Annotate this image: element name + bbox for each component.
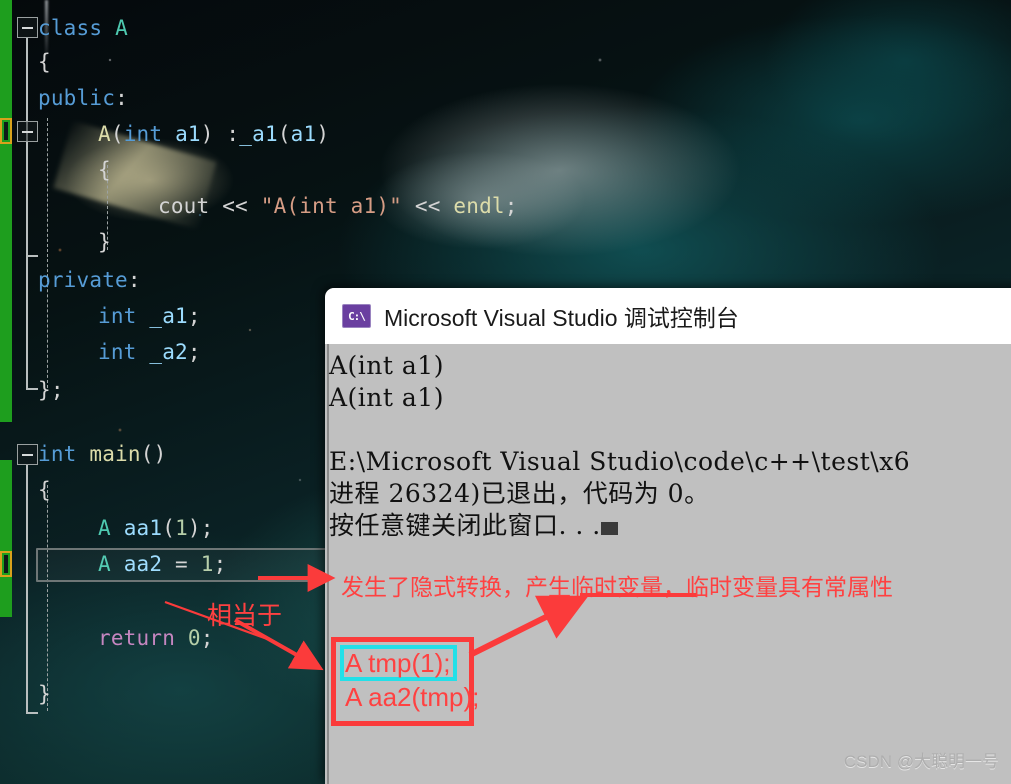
code-line[interactable]: return 0;	[98, 628, 214, 649]
outline-guide-line	[26, 465, 28, 712]
gutter-change-bar	[0, 0, 12, 118]
collapse-toggle-ctor[interactable]	[17, 121, 38, 142]
code-line[interactable]: {	[38, 480, 51, 501]
console-output-line-last: 按任意键关闭此窗口. . .	[329, 513, 618, 538]
annotation-implicit-conversion-note: 发生了隐式转换，产生临时变量，临时变量具有常属性	[341, 574, 893, 600]
annotation-equivalent-label: 相当于	[207, 602, 283, 630]
annotation-code-line-copy: A aa2(tmp);	[345, 682, 480, 712]
csdn-watermark: CSDN @大聪明一号	[843, 752, 999, 771]
gutter-bookmark-indicator[interactable]	[0, 118, 12, 144]
code-line[interactable]: };	[38, 380, 64, 401]
console-title-bar[interactable]: C:\ Microsoft Visual Studio 调试控制台	[325, 288, 1011, 344]
console-window-title: Microsoft Visual Studio 调试控制台	[384, 305, 739, 331]
annotation-code-line-tmp: A tmp(1);	[345, 648, 451, 678]
outline-guide-foot	[26, 388, 38, 390]
code-line[interactable]: int _a2;	[98, 342, 201, 363]
code-line[interactable]: }	[98, 232, 111, 253]
code-line[interactable]: public:	[38, 88, 128, 109]
outline-guide-foot	[26, 255, 38, 257]
outline-guide-line	[26, 142, 28, 255]
code-line[interactable]: {	[98, 160, 111, 181]
code-line[interactable]: class A	[38, 18, 128, 39]
gutter-change-bar	[0, 144, 12, 422]
outline-guide-foot	[26, 712, 38, 714]
indent-guide	[47, 485, 48, 711]
collapse-toggle-class[interactable]	[17, 17, 38, 38]
indent-guide	[47, 118, 48, 388]
screenshot-root: class A { public: A(int a1) :_a1(a1) { c…	[0, 0, 1011, 784]
console-cursor	[600, 522, 618, 535]
console-output-line: 进程 26324)已退出，代码为 0。	[329, 479, 710, 508]
console-output-line: A(int a1)	[329, 351, 444, 380]
code-line[interactable]: A aa1(1);	[98, 518, 214, 539]
collapse-toggle-main[interactable]	[17, 444, 38, 465]
gutter-change-bar	[0, 460, 12, 558]
code-line[interactable]: private:	[38, 270, 141, 291]
current-line-highlight	[36, 548, 352, 582]
editor-gutter[interactable]	[0, 0, 14, 784]
gutter-change-bar	[0, 577, 12, 617]
code-line[interactable]: }	[38, 684, 51, 705]
console-output-line: E:\Microsoft Visual Studio\code\c++\test…	[329, 447, 911, 476]
code-line[interactable]: {	[38, 52, 51, 73]
console-prompt-text: 按任意键关闭此窗口. . .	[329, 511, 601, 540]
code-line[interactable]: int _a1;	[98, 306, 201, 327]
gutter-bookmark-indicator[interactable]	[0, 551, 12, 577]
code-line[interactable]: A(int a1) :_a1(a1)	[98, 124, 329, 145]
code-line[interactable]: int main()	[38, 444, 166, 465]
console-app-icon: C:\	[342, 304, 371, 328]
console-output-line: A(int a1)	[329, 383, 444, 412]
console-app-icon-glyph: C:\	[348, 309, 366, 323]
code-line[interactable]: cout << "A(int a1)" << endl;	[158, 196, 518, 217]
